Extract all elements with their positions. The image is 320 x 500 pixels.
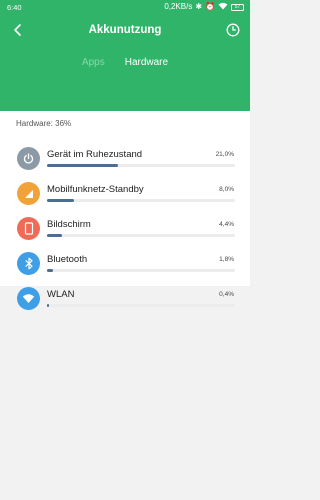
list-item[interactable]: Bluetooth 1,8% (0, 248, 250, 283)
list-item[interactable]: Mobilfunknetz-Standby 8,0% (0, 178, 250, 213)
usage-bar (47, 164, 235, 167)
alarm-icon: ⏰ (205, 2, 215, 11)
usage-bar (47, 199, 235, 202)
item-label: Gerät im Ruhezustand (47, 149, 143, 160)
item-percent: 0,4% (219, 291, 234, 298)
usage-bar-fill (47, 164, 119, 167)
item-percent: 8,0% (219, 186, 234, 193)
page-title: Akkunutzung (88, 24, 162, 36)
usage-bar (47, 234, 235, 237)
signal-icon (17, 182, 40, 205)
status-time: 6:40 (7, 3, 22, 12)
wifi-icon (17, 287, 40, 310)
phone-screen-icon (17, 217, 40, 240)
network-speed: 0,2KB/s (164, 2, 193, 11)
list-item[interactable]: WLAN 0,4% (0, 283, 250, 318)
item-label: Mobilfunknetz-Standby (47, 184, 144, 195)
usage-bar (47, 304, 235, 307)
item-percent: 4,4% (219, 221, 234, 228)
clock-icon[interactable] (226, 23, 240, 37)
hardware-usage-list: Hardware: 36% Gerät im Ruhezustand 21,0%… (0, 111, 250, 310)
item-label: Bildschirm (47, 219, 91, 230)
usage-bar (47, 269, 235, 272)
app-header: Akkunutzung Apps Hardware (0, 14, 250, 111)
item-label: Bluetooth (47, 254, 88, 265)
usage-bar-fill (47, 269, 54, 272)
status-icons: 0,2KB/s ✱ ⏰ 57 (164, 2, 244, 12)
power-icon (17, 147, 40, 170)
item-percent: 21,0% (215, 151, 234, 158)
tab-apps[interactable]: Apps (82, 57, 105, 71)
item-label: WLAN (47, 289, 75, 300)
usage-bar-fill (47, 234, 62, 237)
wifi-status-icon (218, 2, 228, 13)
bluetooth-icon (17, 252, 40, 275)
battery-icon: 57 (231, 3, 244, 11)
list-item[interactable]: Gerät im Ruhezustand 21,0% (0, 143, 250, 178)
bluetooth-status-icon: ✱ (195, 2, 203, 11)
usage-bar-fill (47, 199, 75, 202)
list-item[interactable]: Bildschirm 4,4% (0, 213, 250, 248)
status-bar: 6:40 0,2KB/s ✱ ⏰ 57 (0, 0, 250, 14)
tab-bar: Apps Hardware (0, 57, 250, 71)
tab-hardware[interactable]: Hardware (125, 57, 168, 71)
usage-bar-fill (47, 304, 49, 307)
hardware-summary: Hardware: 36% (16, 119, 72, 128)
item-percent: 1,8% (219, 256, 234, 263)
